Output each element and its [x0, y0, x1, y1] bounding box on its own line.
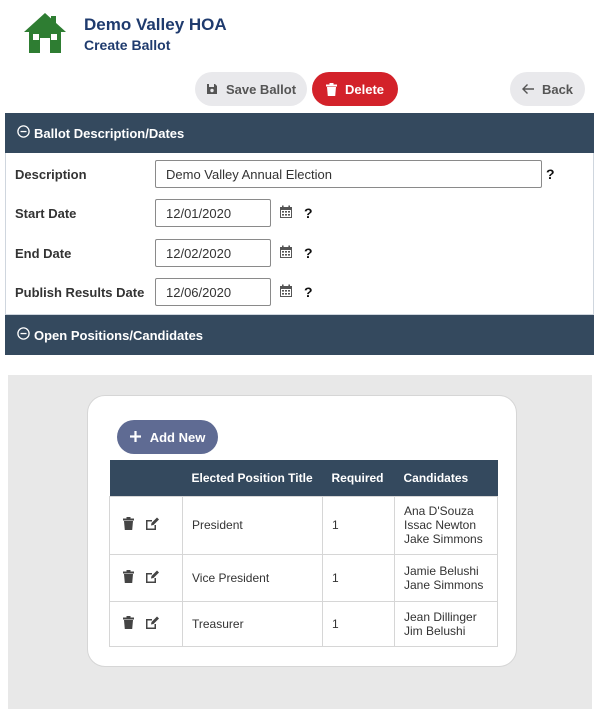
save-ballot-button[interactable]: Save Ballot	[195, 72, 307, 106]
back-button[interactable]: Back	[510, 72, 585, 106]
start-date-input[interactable]: 12/01/2020	[155, 199, 271, 227]
description-input[interactable]: Demo Valley Annual Election	[155, 160, 542, 188]
row-actions	[109, 600, 183, 647]
edit-icon[interactable]	[145, 616, 160, 632]
minus-circle-icon	[17, 327, 30, 343]
delete-button[interactable]: Delete	[312, 72, 398, 106]
floppy-disk-icon	[206, 83, 218, 95]
row-actions	[109, 495, 183, 555]
back-label: Back	[541, 81, 574, 97]
edit-icon[interactable]	[145, 517, 160, 533]
candidates-cell: Jamie Belushi Jane Simmons	[394, 553, 498, 602]
start-date-row: Start Date 12/01/2020 ?	[6, 199, 593, 229]
trash-icon[interactable]	[123, 517, 134, 533]
required-column-header[interactable]: Required	[322, 460, 395, 496]
page-title: Create Ballot	[84, 37, 171, 53]
candidate-name: Ana D'Souza	[404, 504, 474, 518]
position-title-cell: Vice President	[182, 553, 323, 602]
actions-column-header	[109, 460, 183, 496]
publish-date-row: Publish Results Date 12/06/2020 ?	[6, 278, 593, 308]
trash-icon[interactable]	[123, 615, 134, 632]
open-positions-header[interactable]: Open Positions/Candidates	[5, 315, 594, 355]
save-ballot-label: Save Ballot	[225, 81, 297, 97]
trash-icon[interactable]	[123, 569, 134, 586]
position-title-cell: President	[182, 495, 323, 555]
publish-date-label: Publish Results Date	[15, 285, 145, 300]
arrow-left-icon	[521, 84, 534, 94]
ballot-description-header[interactable]: Ballot Description/Dates	[5, 113, 594, 153]
candidate-name: Jamie Belushi	[404, 563, 479, 578]
candidate-name: Jim Belushi	[404, 623, 466, 638]
positions-table: Elected Position Title Required Candidat…	[109, 460, 498, 647]
candidates-cell: Ana D'Souza Issac Newton Jake Simmons	[394, 495, 498, 555]
end-date-help-icon[interactable]: ?	[304, 245, 313, 261]
app-header: Demo Valley HOA Create Ballot	[0, 0, 600, 62]
required-cell: 1	[322, 495, 395, 555]
description-help-icon[interactable]: ?	[546, 166, 555, 182]
open-positions-title: Open Positions/Candidates	[34, 327, 204, 343]
end-date-row: End Date 12/02/2020 ?	[6, 239, 593, 269]
add-new-label: Add New	[149, 429, 206, 445]
end-date-label: End Date	[15, 246, 72, 261]
toolbar: Save Ballot Delete Back	[0, 72, 600, 108]
candidate-name: Jake Simmons	[404, 532, 483, 546]
end-date-input[interactable]: 12/02/2020	[155, 239, 271, 267]
calendar-icon[interactable]	[279, 245, 293, 259]
publish-date-input[interactable]: 12/06/2020	[155, 278, 271, 306]
required-cell: 1	[322, 600, 395, 647]
candidate-name: Issac Newton	[404, 518, 477, 532]
start-date-help-icon[interactable]: ?	[304, 205, 313, 221]
ballot-description-title: Ballot Description/Dates	[34, 125, 185, 141]
table-row: Vice President 1 Jamie Belushi Jane Simm…	[109, 553, 498, 602]
plus-icon	[129, 430, 141, 445]
candidates-cell: Jean Dillinger Jim Belushi	[394, 600, 498, 647]
minus-circle-icon	[17, 125, 30, 141]
delete-label: Delete	[344, 81, 385, 97]
candidates-column-header[interactable]: Candidates	[394, 460, 498, 496]
positions-card: Add New Elected Position Title Required …	[87, 395, 517, 667]
house-icon	[22, 10, 68, 56]
description-label: Description	[15, 167, 87, 182]
table-row: President 1 Ana D'Souza Issac Newton Jak…	[109, 495, 498, 555]
calendar-icon[interactable]	[279, 205, 293, 219]
org-name: Demo Valley HOA	[84, 15, 227, 34]
row-actions	[109, 553, 183, 602]
edit-icon[interactable]	[145, 570, 160, 586]
candidate-name: Jane Simmons	[404, 577, 484, 592]
add-new-button[interactable]: Add New	[117, 420, 218, 454]
table-row: Treasurer 1 Jean Dillinger Jim Belushi	[109, 600, 498, 647]
publish-date-help-icon[interactable]: ?	[304, 284, 313, 300]
description-row: Description Demo Valley Annual Election …	[6, 160, 593, 190]
position-title-cell: Treasurer	[182, 600, 323, 647]
open-positions-panel: Open Positions/Candidates Add New Electe…	[5, 315, 594, 709]
start-date-label: Start Date	[15, 206, 77, 221]
table-header-row: Elected Position Title Required Candidat…	[109, 460, 498, 496]
calendar-icon[interactable]	[279, 284, 293, 298]
positions-body: Add New Elected Position Title Required …	[8, 375, 592, 709]
required-cell: 1	[322, 553, 395, 602]
ballot-description-panel: Ballot Description/Dates Description Dem…	[5, 113, 594, 315]
candidate-name: Jean Dillinger	[404, 609, 477, 624]
trash-icon	[325, 82, 337, 96]
position-title-column-header[interactable]: Elected Position Title	[182, 460, 323, 496]
